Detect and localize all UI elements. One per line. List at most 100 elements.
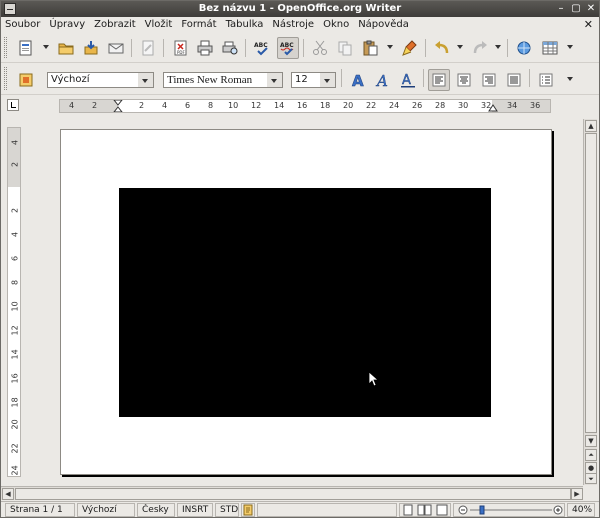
writer-window: Bez názvu 1 - OpenOffice.org Writer – ▢ …	[0, 0, 600, 518]
tab-stop-selector[interactable]	[7, 99, 19, 111]
paragraph-style-dropdown[interactable]	[138, 72, 154, 88]
scroll-left-icon[interactable]: ◀	[2, 488, 14, 500]
numbering-icon[interactable]	[535, 69, 557, 91]
export-pdf-icon[interactable]: PDF	[169, 37, 191, 59]
close-document-button[interactable]: ✕	[584, 18, 593, 31]
page-style[interactable]: Výchozí	[77, 503, 135, 517]
vertical-ruler[interactable]: 4 2 2 4 6 8 10 12 14 16 18 20 22 24	[7, 127, 21, 477]
vertical-scroll-thumb[interactable]	[585, 133, 597, 433]
scroll-down-icon[interactable]: ▼	[585, 435, 597, 447]
minimize-button[interactable]: –	[555, 3, 567, 15]
font-size-combo[interactable]: 12	[291, 72, 321, 88]
language-indicator[interactable]: Česky	[137, 503, 175, 517]
font-name-dropdown[interactable]	[267, 72, 283, 88]
menu-soubor[interactable]: Soubor	[5, 19, 40, 30]
edit-file-icon[interactable]	[137, 37, 159, 59]
underline-icon[interactable]: A	[397, 69, 419, 91]
ruler-tick: 6	[10, 255, 20, 262]
navigator-icon[interactable]	[513, 37, 535, 59]
email-icon[interactable]	[105, 37, 127, 59]
status-bar: Strana 1 / 1 Výchozí Česky INSRT STD 40%	[1, 501, 599, 517]
new-dropdown-icon[interactable]	[43, 45, 49, 49]
table-dropdown-icon[interactable]	[567, 45, 573, 49]
paste-dropdown-icon[interactable]	[387, 45, 393, 49]
styles-formatting-icon[interactable]	[15, 69, 37, 91]
undo-dropdown-icon[interactable]	[457, 45, 463, 49]
selection-mode[interactable]: STD	[215, 503, 239, 517]
font-size-dropdown[interactable]	[320, 72, 336, 88]
page-indicator[interactable]: Strana 1 / 1	[5, 503, 75, 517]
toolbar-separator	[163, 39, 164, 57]
print-icon[interactable]	[194, 37, 216, 59]
table-icon[interactable]	[539, 37, 561, 59]
title-bar: Bez názvu 1 - OpenOffice.org Writer – ▢ …	[1, 1, 599, 17]
redo-icon[interactable]	[469, 37, 491, 59]
menu-nastroje[interactable]: Nástroje	[272, 19, 314, 30]
ruler-tick: 24	[10, 465, 20, 476]
new-document-icon[interactable]	[15, 37, 37, 59]
ruler-tick: 12	[251, 101, 262, 110]
justify-icon[interactable]	[503, 69, 525, 91]
ruler-tick: 18	[320, 101, 331, 110]
paragraph-style-combo[interactable]: Výchozí	[47, 72, 139, 88]
italic-icon[interactable]: A	[372, 69, 394, 91]
view-layout[interactable]	[399, 503, 451, 517]
ruler-tick: 8	[10, 279, 20, 286]
next-page-icon[interactable]: ⏷	[585, 473, 597, 484]
cut-icon[interactable]	[309, 37, 331, 59]
zoom-slider[interactable]	[453, 503, 565, 517]
menu-zobrazit[interactable]: Zobrazit	[94, 19, 136, 30]
format-paintbrush-icon[interactable]	[399, 37, 421, 59]
insert-mode[interactable]: INSRT	[177, 503, 213, 517]
toolbar-grip[interactable]	[4, 37, 7, 58]
menu-okno[interactable]: Okno	[323, 19, 349, 30]
ruler-tick: 4	[69, 101, 75, 110]
ruler-tick: 10	[10, 301, 20, 312]
document-area[interactable]	[23, 119, 581, 485]
ruler-tick: 10	[228, 101, 239, 110]
ruler-tick: 30	[458, 101, 469, 110]
previous-page-icon[interactable]: ⏶	[585, 449, 597, 461]
ruler-tick: 4	[162, 101, 168, 110]
menu-tabulka[interactable]: Tabulka	[226, 19, 264, 30]
menu-format[interactable]: Formát	[181, 19, 216, 30]
toolbar-separator	[529, 69, 530, 87]
inserted-image[interactable]	[119, 188, 491, 417]
close-button[interactable]: ✕	[585, 3, 597, 15]
print-preview-icon[interactable]	[219, 37, 241, 59]
menu-upravy[interactable]: Úpravy	[49, 19, 85, 30]
align-left-icon[interactable]	[428, 69, 450, 91]
horizontal-scroll-thumb[interactable]	[15, 488, 571, 500]
undo-icon[interactable]	[431, 37, 453, 59]
copy-icon[interactable]	[334, 37, 356, 59]
indent-marker-icon[interactable]	[113, 100, 123, 112]
spellcheck-icon[interactable]: ABC	[251, 37, 273, 59]
autospellcheck-icon[interactable]: ABC	[277, 37, 299, 59]
toolbar-separator	[303, 39, 304, 57]
right-indent-marker-icon[interactable]	[488, 103, 498, 112]
toolbar-grip[interactable]	[4, 67, 7, 90]
bold-icon[interactable]: A	[347, 69, 369, 91]
align-center-icon[interactable]	[453, 69, 475, 91]
align-right-icon[interactable]	[478, 69, 500, 91]
horizontal-scrollbar[interactable]: ◀ ▶	[1, 486, 583, 500]
open-folder-icon[interactable]	[55, 37, 77, 59]
save-icon[interactable]	[80, 37, 102, 59]
document-page[interactable]	[60, 129, 552, 475]
vertical-scrollbar[interactable]: ▲ ▼ ⏶ ● ⏷	[583, 119, 597, 485]
ruler-tick: 22	[10, 443, 20, 454]
paste-icon[interactable]	[359, 37, 381, 59]
ruler-tick: 28	[435, 101, 446, 110]
document-modified-icon	[241, 503, 255, 517]
menu-napoveda[interactable]: Nápověda	[358, 19, 409, 30]
zoom-level[interactable]: 40%	[567, 503, 595, 517]
formatting-more-icon[interactable]	[567, 77, 573, 81]
scroll-right-icon[interactable]: ▶	[571, 488, 583, 500]
maximize-button[interactable]: ▢	[570, 3, 582, 15]
font-name-combo[interactable]: Times New Roman	[163, 72, 269, 88]
menu-vlozit[interactable]: Vložit	[145, 19, 173, 30]
scroll-up-icon[interactable]: ▲	[585, 120, 597, 132]
mouse-pointer-icon	[368, 371, 380, 387]
horizontal-ruler[interactable]: 4 2 2 4 6 8 10 12 14 16 18 20 22 24 26 2…	[59, 99, 551, 113]
redo-dropdown-icon[interactable]	[495, 45, 501, 49]
